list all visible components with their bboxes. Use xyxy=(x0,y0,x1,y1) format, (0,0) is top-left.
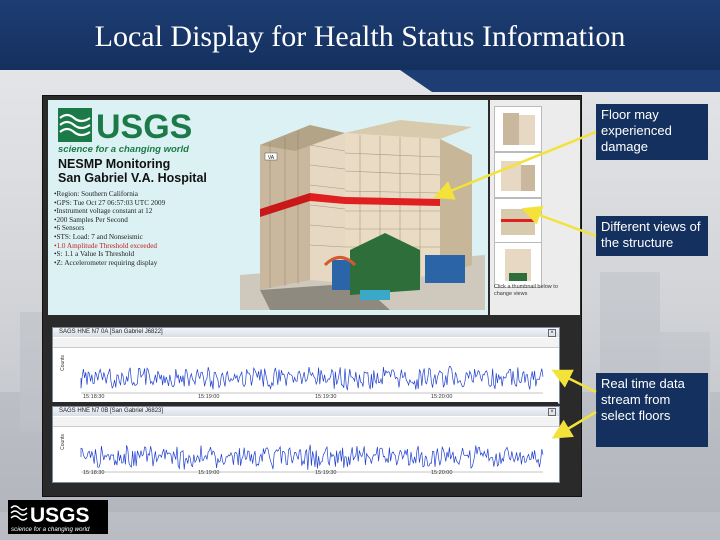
arrow-icon xyxy=(551,410,597,439)
arrow-icon xyxy=(551,369,597,394)
usgs-logo-icon: USGS science for a changing world xyxy=(8,500,108,534)
arrow-icon xyxy=(521,205,597,238)
callout-arrows xyxy=(433,130,597,439)
usgs-brand: USGS xyxy=(30,504,90,527)
arrow-icon xyxy=(433,130,597,200)
usgs-tagline: science for a changing world xyxy=(11,526,90,533)
